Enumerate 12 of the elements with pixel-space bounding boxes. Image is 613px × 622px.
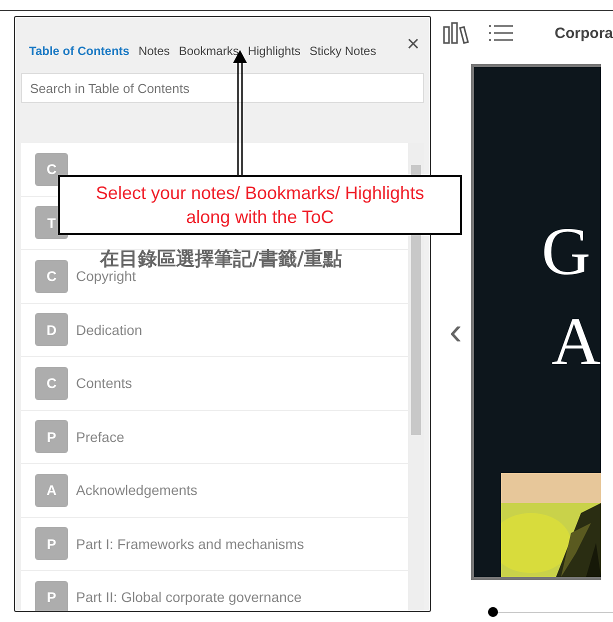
letter-icon: C (35, 366, 68, 400)
letter-icon: D (35, 313, 68, 346)
letter-icon: C (35, 152, 68, 186)
letter-icon: A (35, 474, 68, 507)
book-title: Corpora (554, 24, 613, 42)
cover-title: A (552, 307, 601, 375)
caption-text: 在目錄區選擇筆記/書籤/重點 (100, 247, 342, 270)
letter-icon: C (35, 260, 68, 293)
cover-title: G (542, 217, 591, 285)
letter-icon: P (35, 580, 68, 611)
letter-icon: P (35, 527, 68, 560)
letter-icon: P (35, 420, 68, 454)
